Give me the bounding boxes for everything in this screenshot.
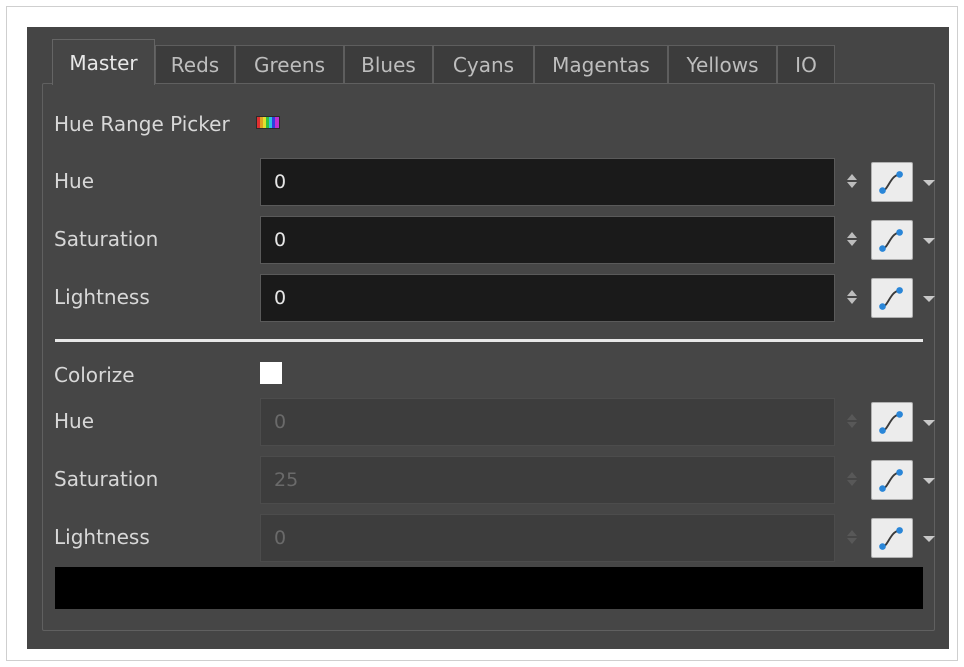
function-curve-icon[interactable] [871, 278, 913, 318]
master-hue-label: Hue [54, 169, 95, 193]
up-down-spinner-icon[interactable] [846, 230, 858, 248]
up-down-spinner-icon [847, 414, 857, 428]
up-down-spinner-icon[interactable] [846, 288, 858, 306]
function-curve-icon[interactable] [871, 402, 913, 442]
function-curve-icon[interactable] [871, 220, 913, 260]
function-curve-icon[interactable] [871, 518, 913, 558]
colorize-hue-label: Hue [54, 409, 95, 433]
colorize-saturation-label: Saturation [54, 467, 159, 491]
colorize-saturation-input[interactable]: 25 [260, 456, 835, 504]
up-down-spinner-icon [847, 472, 857, 486]
tab-blues[interactable]: Blues [344, 45, 433, 84]
colorize-hue-input[interactable]: 0 [260, 398, 835, 446]
tab-content-master: Hue Range Picker Hue 0 Saturation 0 Ligh… [42, 83, 935, 631]
color-preview-swatch [55, 567, 923, 609]
master-lightness-label: Lightness [54, 285, 150, 309]
colorize-lightness-label: Lightness [54, 525, 150, 549]
tab-master[interactable]: Master [52, 39, 155, 85]
tab-io[interactable]: IO [777, 45, 835, 84]
chevron-down-icon[interactable] [922, 418, 936, 428]
tab-magentas[interactable]: Magentas [534, 45, 668, 84]
hue-saturation-panel: Master Reds Greens Blues Cyans Magentas … [27, 27, 949, 649]
master-lightness-input[interactable]: 0 [260, 274, 835, 322]
colorize-lightness-input[interactable]: 0 [260, 514, 835, 562]
function-curve-icon[interactable] [871, 460, 913, 500]
tab-greens[interactable]: Greens [235, 45, 344, 84]
master-saturation-input[interactable]: 0 [260, 216, 835, 264]
tab-cyans[interactable]: Cyans [433, 45, 534, 84]
tab-reds[interactable]: Reds [155, 45, 235, 84]
colorize-label: Colorize [54, 363, 135, 387]
section-divider [55, 339, 923, 342]
hue-range-picker-label: Hue Range Picker [54, 112, 230, 136]
spectrum-icon[interactable] [256, 116, 280, 129]
master-hue-input[interactable]: 0 [260, 158, 835, 206]
up-down-spinner-icon [847, 530, 857, 544]
master-saturation-label: Saturation [54, 227, 159, 251]
chevron-down-icon[interactable] [922, 294, 936, 304]
tab-yellows[interactable]: Yellows [668, 45, 777, 84]
colorize-checkbox[interactable] [260, 362, 282, 384]
chevron-down-icon[interactable] [922, 236, 936, 246]
chevron-down-icon[interactable] [922, 476, 936, 486]
function-curve-icon[interactable] [871, 162, 913, 202]
chevron-down-icon[interactable] [922, 534, 936, 544]
chevron-down-icon[interactable] [922, 178, 936, 188]
up-down-spinner-icon[interactable] [846, 172, 858, 190]
